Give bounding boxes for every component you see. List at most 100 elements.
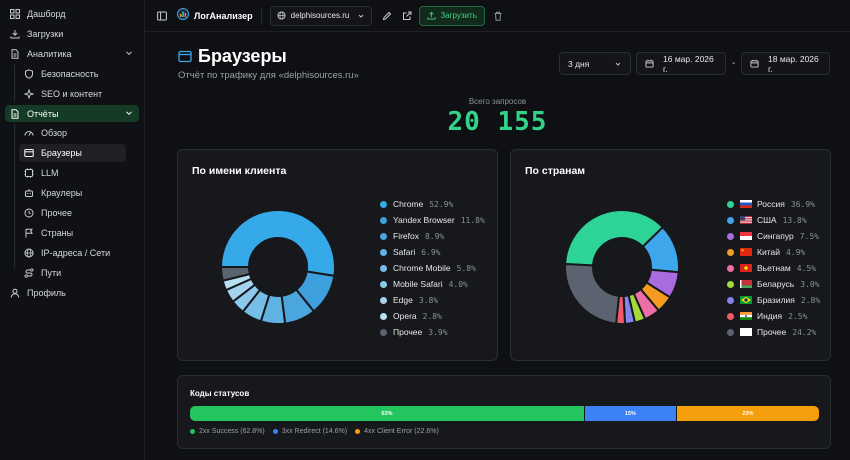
browser-icon [178,50,192,63]
legend-value: 6.9% [421,247,441,257]
sidebar-item-countries[interactable]: Страны [0,224,144,242]
sidebar-item-other[interactable]: Прочее [0,204,144,222]
legend-value: 4.5% [796,263,816,273]
flag-us-icon [740,216,757,224]
legend-dot [727,312,734,320]
donut-slice-8[interactable] [564,262,621,325]
sidebar-item-downloads[interactable]: Загрузки [0,25,144,43]
trash-icon[interactable] [493,11,503,21]
legend-value: 13.8% [782,215,807,225]
client-legend: Chrome 52.9% Yandex Browser 11.8% Firefox 8.9… [380,196,485,340]
donut-slice-0[interactable] [219,209,336,277]
legend-value: 24.2% [792,327,817,337]
legend-value: 3.8% [418,295,439,305]
legend-dot [727,296,734,304]
legend-dot [727,232,734,240]
donut-slice-0[interactable] [564,209,665,267]
legend-item: Mobile Safari 4.0% [380,276,485,292]
flag-icon [24,228,34,238]
sidebar-item-profile[interactable]: Профиль [0,284,144,302]
legend-dot [272,429,278,434]
legend-dot [727,200,734,208]
sidebar-item-analytics[interactable]: Аналитика [0,45,144,63]
legend-dot [380,264,387,272]
sidebar-item-label: Страны [41,228,74,238]
status-segment[interactable]: 63% [190,406,585,421]
sidebar-item-llm[interactable]: LLM [0,164,144,182]
legend-item: Firefox 8.9% [380,228,485,244]
legend-item: Chrome 52.9% [380,196,485,212]
flag-cn-icon [740,248,757,256]
chevron-down-icon [614,60,622,68]
legend-item: Yandex Browser 11.8% [380,212,485,228]
legend-item: Россия 36.9% [727,196,820,212]
sidebar-item-dashboard[interactable]: Дашборд [0,5,144,23]
legend-label: Safari [393,247,416,257]
legend-label: Opera [393,311,417,321]
sidebar-item-label: Профиль [27,288,66,298]
legend-dot [727,328,734,336]
status-segment[interactable]: 23% [676,406,819,421]
app-root: Дашборд Загрузки Аналитика Безопасность … [0,0,850,460]
legend-value: 3.9% [428,327,448,337]
legend-dot [727,280,734,288]
card-title: По имени клиента [192,165,287,177]
legend-dot [380,232,387,240]
date-to-input[interactable]: 18 мар. 2026 г. [741,52,830,75]
external-link-icon[interactable] [402,11,412,21]
user-icon [10,288,20,298]
sidebar-item-label: Отчёты [27,108,59,119]
sidebar-item-crawlers[interactable]: Краулеры [0,184,144,202]
legend-label: Индия [757,311,783,321]
legend-label: Россия [757,199,785,209]
legend-dot [355,429,361,434]
sidebar-item-security[interactable]: Безопасность [0,65,144,83]
legend-value: 3.0% [800,279,820,289]
main-content: Браузеры Отчёт по трафику для «delphisou… [145,33,850,460]
sidebar-toggle-icon[interactable] [157,11,167,21]
sidebar-item-overview[interactable]: Обзор [0,124,144,142]
legend-item: США 13.8% [727,212,820,228]
chevron-down-icon[interactable] [124,48,134,58]
legend-label: Китай [757,247,780,257]
upload-label: Загрузить [440,11,477,20]
page-title-text: Браузеры [198,46,287,66]
legend-value: 52.9% [429,199,454,209]
legend-label: Mobile Safari [393,279,443,289]
upload-button[interactable]: Загрузить [419,5,485,26]
legend-value: 2.8% [422,311,442,321]
legend-item: Индия 2.5% [727,308,820,324]
status-segment[interactable]: 15% [585,406,677,421]
legend-item: Бразилия 2.8% [727,292,820,308]
upload-icon [427,11,436,20]
site-select[interactable]: delphisources.ru [269,5,373,26]
globe-icon [277,11,286,20]
browser-icon [24,148,34,158]
sidebar-item-seo[interactable]: SEO и контент [0,85,144,103]
legend-item: Вьетнам 4.5% [727,260,820,276]
legend-dot [190,429,195,434]
edit-icon[interactable] [382,11,392,21]
sidebar-item-browsers[interactable]: Браузеры [19,144,126,162]
site-name: delphisources.ru [290,11,350,20]
range-select[interactable]: 3 дня [559,52,631,75]
page-title: Браузеры [178,46,287,67]
sidebar-item-reports[interactable]: Отчёты [5,105,139,122]
date-to-text: 18 мар. 2026 г. [768,53,819,74]
chevron-down-icon[interactable] [124,108,134,118]
legend-value: 11.8% [460,215,485,225]
sidebar-item-ip[interactable]: IP-адреса / Сети [0,244,144,262]
legend-label: Сингапур [757,231,794,241]
legend-value: 8.9% [424,231,445,241]
route-icon [24,268,34,278]
date-separator: - [732,58,736,69]
sidebar-item-label: LLM [41,168,59,178]
legend-item: Safari 6.9% [380,244,485,260]
sidebar-item-paths[interactable]: Пути [0,264,144,282]
country-chart-card: По странам Россия 36.9% США 13.8% Сингапур 7.… [510,149,831,361]
shield-icon [24,69,34,79]
date-from-input[interactable]: 16 мар. 2026 г. [636,52,726,75]
flag-by-icon [740,280,757,288]
legend-label: Edge [393,295,413,305]
status-legend-item: 2xx Success (62.8%) [190,428,265,435]
